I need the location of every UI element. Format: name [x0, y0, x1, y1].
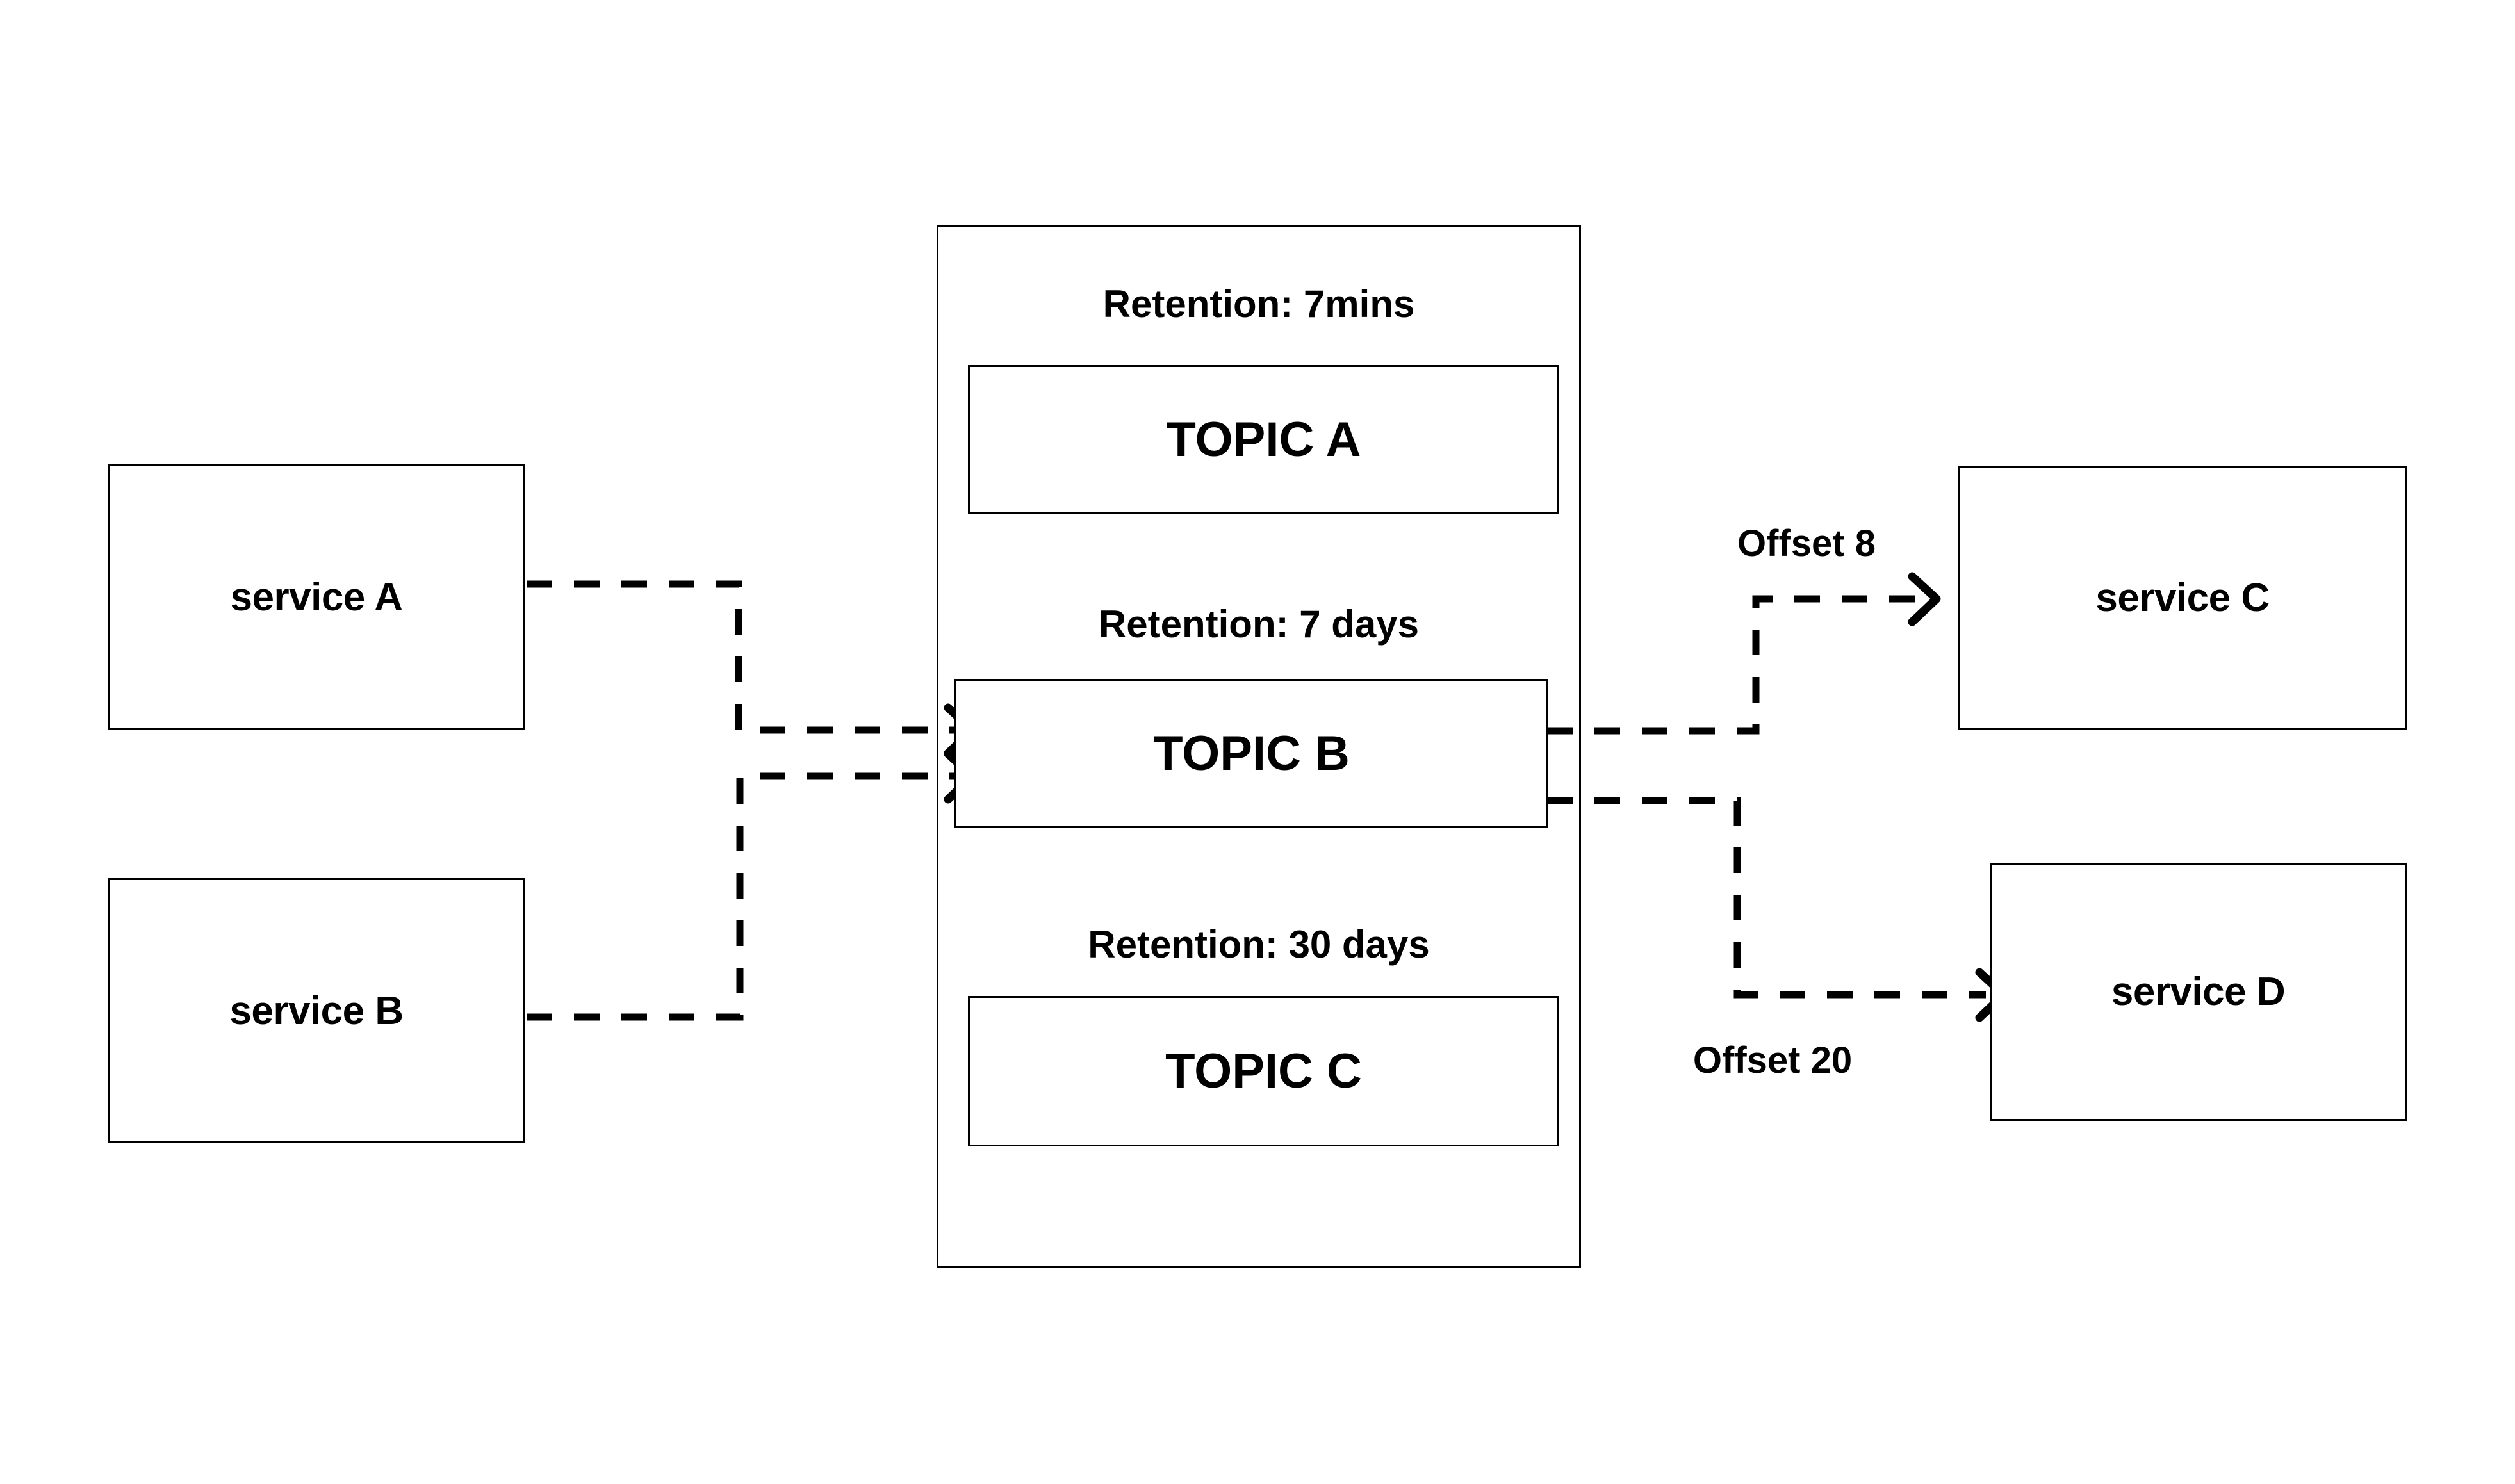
topic-b-retention-label: Retention: 7 days — [1098, 603, 1420, 646]
service-b-label: service B — [229, 988, 404, 1033]
diagram-canvas: service A service B Retention: 7mins TOP… — [0, 0, 2515, 1484]
arrowhead-service-c — [1908, 572, 1941, 626]
edge-service-b-to-topic-b — [527, 772, 954, 1021]
service-c-label: service C — [2095, 576, 2270, 620]
edge-service-a-to-topic-b — [527, 580, 954, 734]
topic-a-label: TOPIC A — [1166, 412, 1361, 467]
offset-20-label: Offset 20 — [1692, 1040, 1853, 1081]
topic-b-box[interactable]: TOPIC B — [954, 679, 1548, 828]
topic-a-box[interactable]: TOPIC A — [968, 365, 1559, 514]
topic-a-retention-label: Retention: 7mins — [1102, 282, 1415, 325]
service-b-box[interactable]: service B — [108, 878, 525, 1143]
service-d-label: service D — [2111, 970, 2286, 1014]
topic-c-retention-label: Retention: 30 days — [1088, 923, 1430, 966]
topic-c-box[interactable]: TOPIC C — [968, 996, 1559, 1146]
topic-c-label: TOPIC C — [1165, 1044, 1362, 1098]
service-d-box[interactable]: service D — [1990, 863, 2407, 1121]
edge-topic-b-to-service-c — [1547, 595, 1919, 735]
service-c-box[interactable]: service C — [1958, 466, 2407, 730]
edge-topic-b-to-service-d — [1547, 797, 1986, 999]
topic-b-label: TOPIC B — [1153, 726, 1350, 781]
service-a-box[interactable]: service A — [108, 464, 525, 730]
service-a-label: service A — [230, 575, 403, 619]
offset-8-label: Offset 8 — [1737, 523, 1876, 564]
